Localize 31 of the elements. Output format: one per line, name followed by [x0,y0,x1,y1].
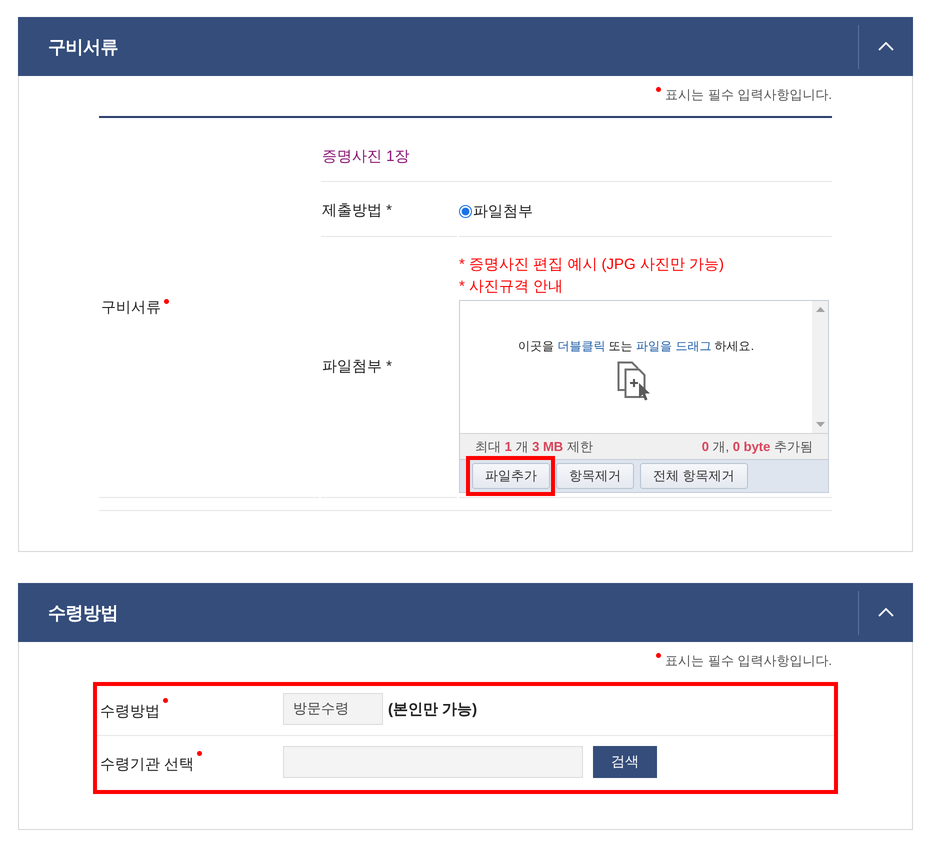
toolbar-button[interactable]: 파일추가 [472,463,550,489]
radio-button[interactable] [459,204,472,218]
section-title: 구비서류 [48,36,118,58]
field-label: 구비서류 [101,298,161,318]
toolbar-button[interactable]: 항목제거 [556,463,634,489]
field-note: (본인만 가능) [388,700,478,718]
toolbar-button[interactable]: 전체 항목제거 [640,463,748,489]
chevron-up-icon [878,42,894,51]
scroll-down-icon[interactable] [816,422,824,427]
upload-status: 0 개, 0 byte 추가됨 [702,438,813,456]
required-dot-icon [656,87,662,92]
drop-hint: 이곳을 더블클릭 또는 파일을 드래그 하세요. [518,339,754,353]
chevron-up-icon [878,608,894,617]
field-label: 수령방법 [100,702,160,722]
field-label: 제출방법 * [322,201,392,221]
search-button[interactable]: 검색 [593,746,657,778]
guide-link[interactable]: * 증명사진 편집 예시 (JPG 사진만 가능) [459,254,724,276]
scrollbar[interactable] [812,301,828,433]
field-label: 수령기관 선택 [100,755,194,775]
section-title: 수령방법 [48,602,118,624]
readonly-field: 방문수령 [283,693,383,725]
required-note: 표시는 필수 입력사항입니다. [665,652,832,670]
guide-link[interactable]: * 사진규격 안내 [459,276,564,298]
document-name: 증명사진 1장 [322,148,410,165]
scroll-up-icon[interactable] [816,307,824,312]
radio-label[interactable]: 파일첨부 [473,202,533,220]
field-label: 파일첨부 * [322,357,392,377]
required-dot-icon [656,653,662,658]
required-note: 표시는 필수 입력사항입니다. [665,86,832,104]
search-field[interactable] [283,746,583,778]
upload-limit: 최대 1 개 3 MB 제한 [475,438,593,456]
